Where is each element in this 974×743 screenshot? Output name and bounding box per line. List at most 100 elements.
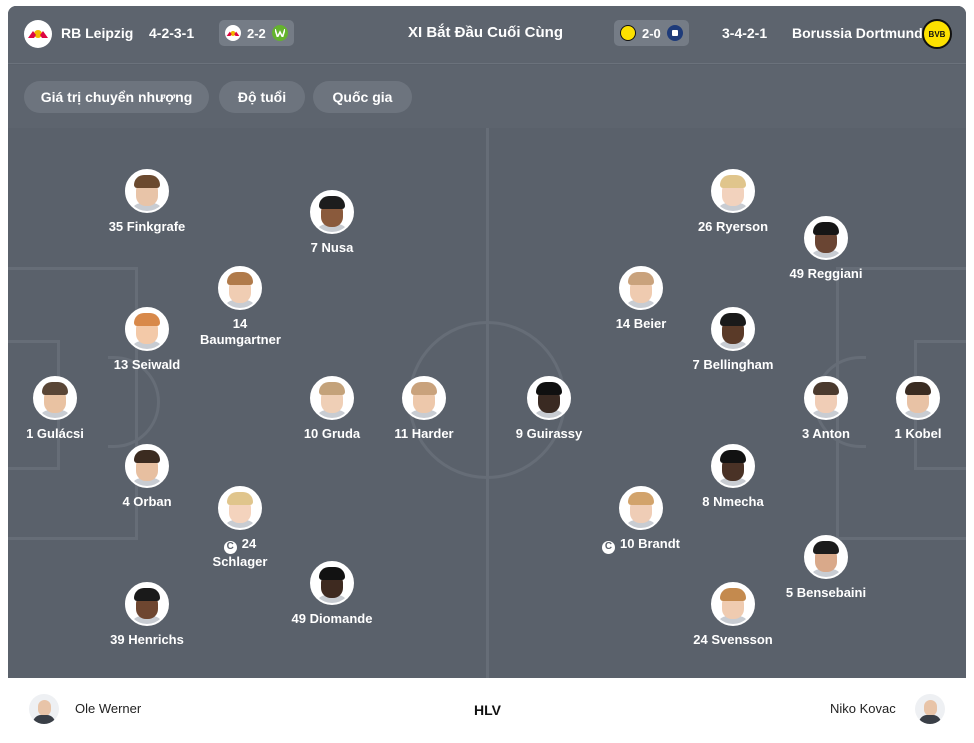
home-player[interactable]: 39 Henrichs	[87, 582, 207, 648]
home-coach-name[interactable]: Ole Werner	[75, 701, 141, 716]
player-avatar[interactable]	[125, 307, 169, 351]
bvb-logo-text: BVB	[928, 29, 946, 39]
player-avatar[interactable]	[711, 444, 755, 488]
player-label: 7 Bellingham	[692, 357, 774, 372]
player-label: 9 Guirassy	[515, 426, 583, 441]
player-name[interactable]: 11 Harder	[364, 426, 484, 442]
player-label: 4 Orban	[122, 494, 172, 509]
player-avatar[interactable]	[310, 376, 354, 420]
player-avatar[interactable]	[804, 376, 848, 420]
away-player[interactable]: 1 Kobel	[858, 376, 966, 442]
player-label: 49 Diomande	[291, 611, 373, 626]
coach-bar: Ole Werner HLV Niko Kovac	[8, 678, 966, 743]
player-label: 3 Anton	[802, 426, 850, 441]
home-player[interactable]: 7 Nusa	[272, 190, 392, 256]
player-label: 14 Beier	[615, 316, 667, 331]
home-team-name[interactable]: RB Leipzig	[61, 25, 133, 41]
player-label: 26 Ryerson	[697, 219, 769, 234]
player-avatar[interactable]	[310, 190, 354, 234]
wolfsburg-mini-icon	[271, 25, 288, 41]
bvb-logo[interactable]: BVB	[922, 19, 952, 49]
player-avatar[interactable]	[125, 169, 169, 213]
player-avatar[interactable]	[218, 266, 262, 310]
player-avatar[interactable]	[619, 486, 663, 530]
coach-label: HLV	[474, 702, 501, 718]
home-player[interactable]: 11 Harder	[364, 376, 484, 442]
player-avatar[interactable]	[804, 535, 848, 579]
away-coach-avatar[interactable]	[915, 694, 945, 724]
player-label: 1 Gulácsi	[26, 426, 84, 441]
away-team-name[interactable]: Borussia Dortmund	[792, 25, 923, 41]
home-player[interactable]: 49 Diomande	[272, 561, 392, 627]
player-avatar[interactable]	[619, 266, 663, 310]
bvb-mini-icon	[620, 25, 636, 41]
lineup-card: RB Leipzig 4-2-3-1 2-2 XI Bắt Đầu Cuối C…	[8, 6, 966, 743]
pitch: 35 Finkgrafe 7 Nusa 14 Baumgartner 13 Seiwa…	[8, 128, 966, 678]
away-last-match-score[interactable]: 2-0	[614, 20, 689, 46]
player-label: 7 Nusa	[310, 240, 354, 255]
player-avatar[interactable]	[310, 561, 354, 605]
rb-leipzig-mini-icon	[225, 25, 241, 41]
player-avatar[interactable]	[804, 216, 848, 260]
player-label: 10 Brandt	[620, 536, 680, 551]
filter-nationality[interactable]: Quốc gia	[313, 81, 412, 113]
player-name[interactable]: 9 Guirassy	[489, 426, 609, 442]
player-name[interactable]: 49 Diomande	[272, 611, 392, 627]
away-coach-name[interactable]: Niko Kovac	[830, 701, 896, 716]
player-label: 5 Bensebaini	[785, 585, 867, 600]
home-player[interactable]: C 24 Schlager	[180, 486, 300, 570]
player-avatar[interactable]	[896, 376, 940, 420]
player-avatar[interactable]	[33, 376, 77, 420]
player-avatar[interactable]	[402, 376, 446, 420]
player-name[interactable]: 1 Gulácsi	[8, 426, 115, 442]
captain-icon: C	[223, 540, 237, 554]
away-player[interactable]: 9 Guirassy	[489, 376, 609, 442]
player-name[interactable]: C 10 Brandt	[581, 536, 701, 554]
player-label: 35 Finkgrafe	[108, 219, 186, 234]
home-player[interactable]: 35 Finkgrafe	[87, 169, 207, 235]
player-label: 24 Schlager	[212, 536, 268, 569]
player-name[interactable]: 24 Svensson	[673, 632, 793, 648]
player-label: 8 Nmecha	[702, 494, 764, 509]
player-name[interactable]: C 24 Schlager	[200, 536, 280, 570]
player-name[interactable]: 13 Seiwald	[87, 357, 207, 373]
away-formation: 3-4-2-1	[722, 25, 768, 41]
home-player[interactable]: 13 Seiwald	[87, 307, 207, 373]
home-last-score-text: 2-2	[247, 25, 266, 41]
away-player[interactable]: 49 Reggiani	[766, 216, 886, 282]
filter-bar: Giá trị chuyển nhượng Độ tuổi Quốc gia	[8, 65, 966, 128]
player-avatar[interactable]	[125, 444, 169, 488]
player-name[interactable]: 39 Henrichs	[87, 632, 207, 648]
player-label: 24 Svensson	[693, 632, 773, 647]
home-formation: 4-2-3-1	[149, 25, 195, 41]
filter-age[interactable]: Độ tuổi	[219, 81, 305, 113]
away-player[interactable]: C 10 Brandt	[581, 486, 701, 554]
player-label: 11 Harder	[394, 426, 454, 441]
filter-market-value[interactable]: Giá trị chuyển nhượng	[24, 81, 209, 113]
player-name[interactable]: 1 Kobel	[858, 426, 966, 442]
player-label: 10 Gruda	[303, 426, 361, 441]
player-avatar[interactable]	[125, 582, 169, 626]
player-avatar[interactable]	[218, 486, 262, 530]
player-label: 1 Kobel	[894, 426, 942, 441]
player-name[interactable]: 7 Nusa	[272, 240, 392, 256]
player-name[interactable]: 35 Finkgrafe	[87, 219, 207, 235]
player-name[interactable]: 49 Reggiani	[766, 266, 886, 282]
away-last-score-text: 2-0	[642, 25, 661, 41]
player-avatar[interactable]	[711, 169, 755, 213]
rb-leipzig-logo[interactable]	[24, 20, 52, 48]
lineup-header: RB Leipzig 4-2-3-1 2-2 XI Bắt Đầu Cuối C…	[8, 6, 966, 64]
player-avatar[interactable]	[711, 307, 755, 351]
home-last-match-score[interactable]: 2-2	[219, 20, 294, 46]
player-avatar[interactable]	[527, 376, 571, 420]
player-name[interactable]: 14 Baumgartner	[200, 316, 281, 348]
home-player[interactable]: 1 Gulácsi	[8, 376, 115, 442]
home-coach-avatar[interactable]	[29, 694, 59, 724]
captain-icon: C	[602, 540, 616, 554]
player-name[interactable]: 7 Bellingham	[673, 357, 793, 373]
lineup-title: XI Bắt Đầu Cuối Cùng	[408, 24, 563, 41]
player-avatar[interactable]	[711, 582, 755, 626]
player-label: 13 Seiwald	[113, 357, 181, 372]
away-player[interactable]: 24 Svensson	[673, 582, 793, 648]
away-player[interactable]: 7 Bellingham	[673, 307, 793, 373]
